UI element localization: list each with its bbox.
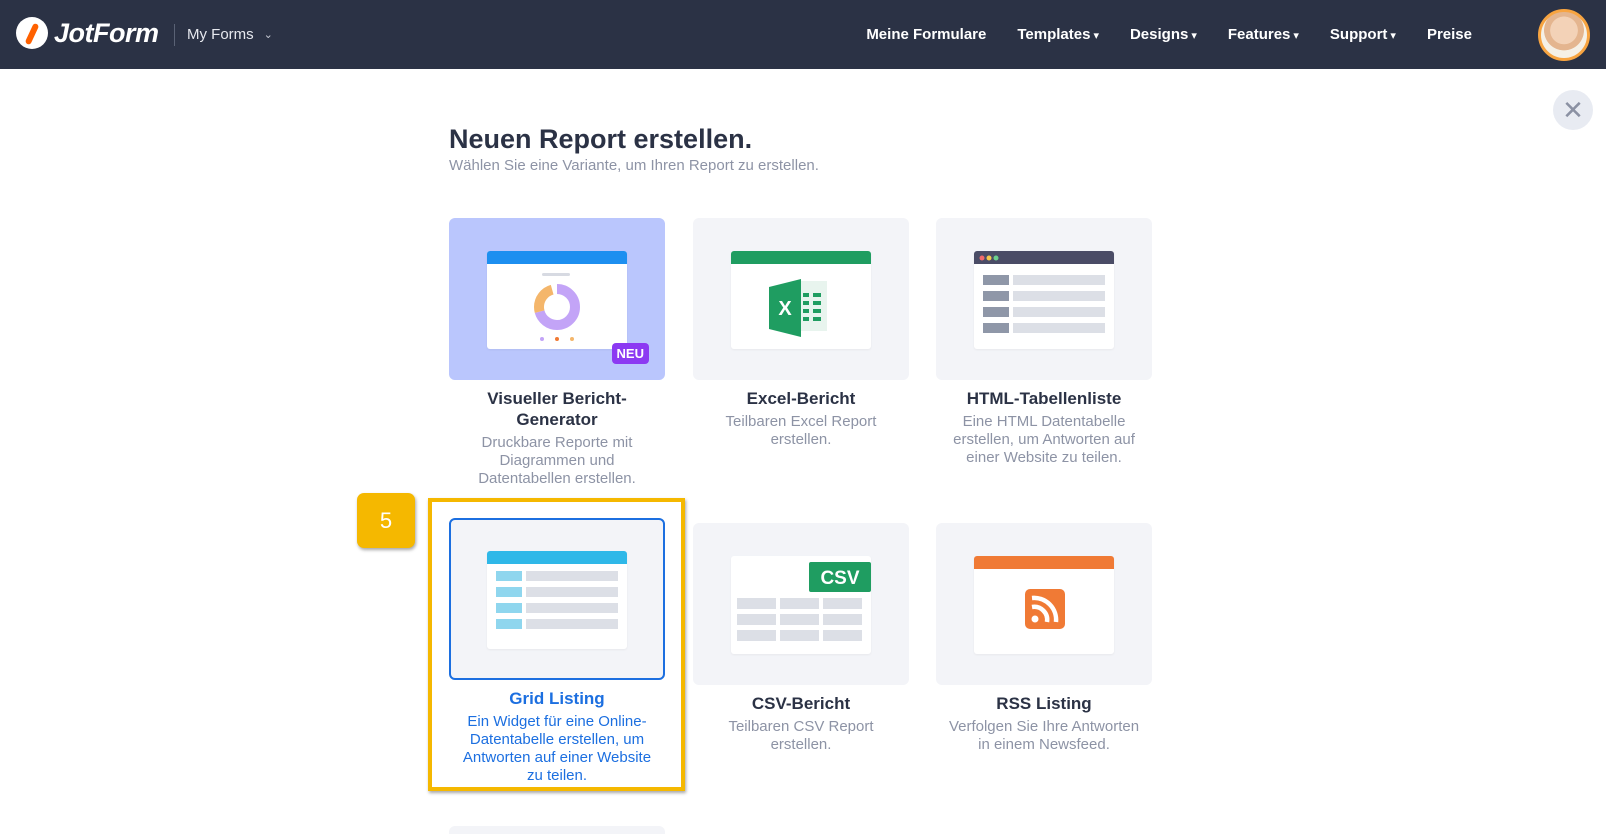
card-thumbnail: X <box>693 218 909 380</box>
card-description: Teilbaren CSV Report erstellen. <box>728 718 874 753</box>
card-csv-report[interactable]: CSV CSV-Bericht Teilbaren CSV Report ers… <box>693 523 909 754</box>
nav-item-meine-formulare[interactable]: Meine Formulare <box>866 26 986 43</box>
nav-item-designs[interactable]: Designs ▾ <box>1130 26 1197 43</box>
excel-icon: X <box>731 251 871 349</box>
nav-item-templates[interactable]: Templates ▾ <box>1017 26 1099 43</box>
card-thumbnail: NEU <box>449 218 665 380</box>
caret-down-icon: ▾ <box>1191 30 1197 42</box>
card-description: Eine HTML Datentabelle erstellen, um Ant… <box>953 413 1135 466</box>
card-thumbnail: CSV <box>693 523 909 685</box>
card-visual-report-builder[interactable]: NEU Visueller Bericht-Generator Druckbar… <box>449 218 665 488</box>
card-description: Druckbare Reporte mit Diagrammen und Dat… <box>478 434 636 487</box>
chevron-down-icon: ⌄ <box>263 29 273 41</box>
new-badge: NEU <box>611 343 649 364</box>
card-rss-listing[interactable]: RSS Listing Verfolgen Sie Ihre Antworten… <box>936 523 1152 754</box>
nav-item-features[interactable]: Features ▾ <box>1228 26 1299 43</box>
user-avatar[interactable] <box>1538 9 1590 61</box>
card-description: Teilbaren Excel Report erstellen. <box>725 413 877 448</box>
jotform-logo[interactable]: JotForm <box>16 17 159 49</box>
top-navbar: JotForm My Forms ⌄ Meine Formulare Templ… <box>0 0 1606 69</box>
card-excel-report[interactable]: X Excel-Bericht Teilbaren Excel Report e… <box>693 218 909 449</box>
card-title: Visueller Bericht-Generator <box>487 389 627 429</box>
svg-text:X: X <box>778 298 792 320</box>
header-divider <box>174 24 175 46</box>
next-card-peek <box>449 826 665 834</box>
nav-item-support[interactable]: Support ▾ <box>1330 26 1396 43</box>
card-title: RSS Listing <box>996 694 1092 713</box>
close-icon: ✕ <box>1562 95 1584 125</box>
page-title: Neuen Report erstellen. <box>449 124 753 154</box>
card-title: Excel-Bericht <box>746 389 856 408</box>
my-forms-label: My Forms <box>187 26 254 43</box>
card-html-table-list[interactable]: HTML-Tabellenliste Eine HTML Datentabell… <box>936 218 1152 467</box>
card-description: Verfolgen Sie Ihre Antworten in einem Ne… <box>948 718 1140 753</box>
html-table-icon <box>974 251 1114 349</box>
jotform-logo-icon <box>16 17 48 49</box>
card-title: HTML-Tabellenliste <box>966 389 1122 408</box>
close-button[interactable]: ✕ <box>1553 90 1593 130</box>
step-number-badge: 5 <box>357 493 415 548</box>
caret-down-icon: ▾ <box>1093 30 1099 42</box>
page-subtitle: Wählen Sie eine Variante, um Ihren Repor… <box>449 157 819 174</box>
donut-chart-icon <box>487 251 627 349</box>
card-thumbnail <box>936 218 1152 380</box>
card-thumbnail <box>936 523 1152 685</box>
csv-icon: CSV <box>731 556 871 654</box>
card-title: CSV-Bericht <box>751 694 851 713</box>
my-forms-dropdown[interactable]: My Forms ⌄ <box>187 26 273 43</box>
caret-down-icon: ▾ <box>1293 30 1299 42</box>
logo-text: JotForm <box>54 17 159 48</box>
main-nav: Meine Formulare Templates ▾ Designs ▾ Feat… <box>866 26 1472 43</box>
tutorial-highlight-box <box>428 498 685 791</box>
csv-badge-text: CSV <box>820 568 859 589</box>
nav-item-preise[interactable]: Preise <box>1427 26 1472 43</box>
caret-down-icon: ▾ <box>1390 30 1396 42</box>
rss-icon <box>974 556 1114 654</box>
